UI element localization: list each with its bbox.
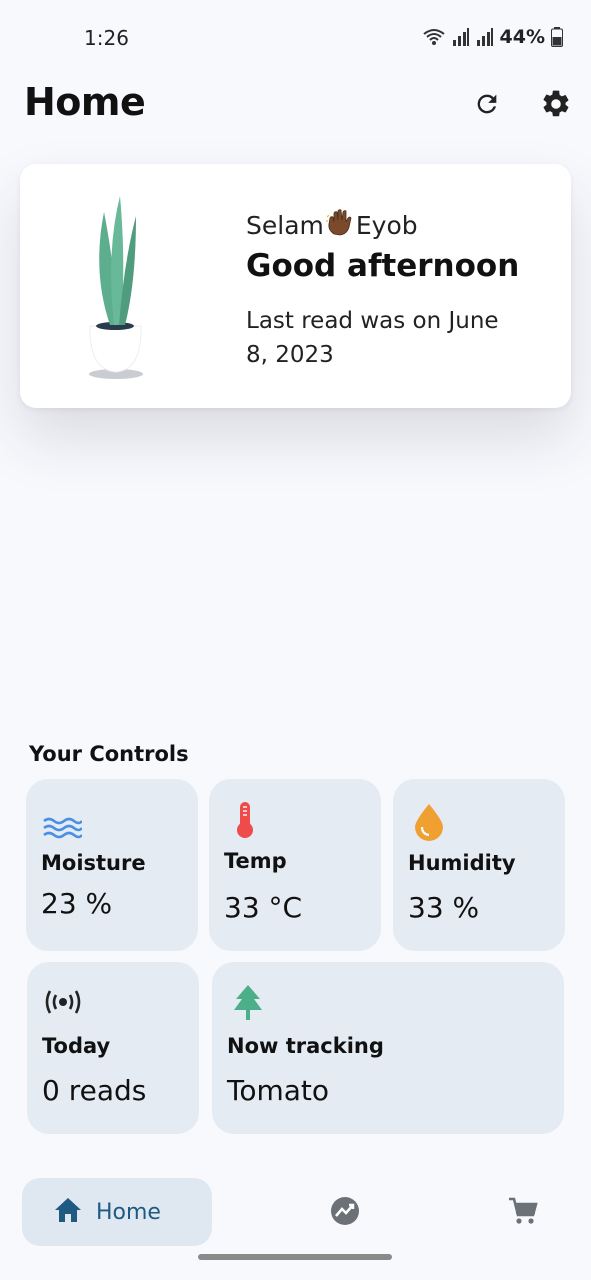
plant-illustration	[84, 192, 174, 386]
chart-icon[interactable]	[330, 1196, 360, 1230]
last-read-text: Last read was on June 8, 2023	[246, 308, 499, 368]
controls-section-title: Your Controls	[29, 742, 189, 766]
temp-card[interactable]: Temp 33 °C	[209, 779, 381, 951]
moisture-card[interactable]: Moisture 23 %	[26, 779, 198, 951]
wifi-icon	[422, 28, 446, 46]
gesture-bar[interactable]	[198, 1254, 392, 1260]
tracking-value: Tomato	[227, 1074, 330, 1107]
temp-label: Temp	[224, 849, 287, 873]
battery-level: 44%	[499, 26, 545, 48]
today-label: Today	[42, 1034, 111, 1058]
droplet-icon	[413, 803, 445, 845]
greeting-line: Selam Eyob	[246, 208, 418, 242]
humidity-value: 33 %	[408, 891, 480, 924]
status-icons: 44%	[422, 26, 563, 48]
waving-hand-icon	[325, 208, 354, 242]
status-bar: 1:26 44%	[0, 0, 591, 78]
signal-icon	[476, 28, 494, 46]
today-value: 0 reads	[42, 1074, 147, 1107]
humidity-card[interactable]: Humidity 33 %	[393, 779, 565, 951]
tracking-card[interactable]: Now tracking Tomato	[212, 962, 564, 1134]
broadcast-icon	[43, 990, 83, 1018]
moisture-label: Moisture	[41, 851, 146, 875]
tree-icon	[232, 984, 264, 1026]
page-title: Home	[24, 80, 146, 124]
refresh-icon[interactable]	[469, 86, 505, 122]
thermometer-icon	[233, 801, 257, 843]
today-card[interactable]: Today 0 reads	[27, 962, 199, 1134]
tracking-label: Now tracking	[227, 1034, 384, 1058]
cart-icon[interactable]	[508, 1196, 538, 1230]
moisture-value: 23 %	[41, 887, 113, 920]
status-time: 1:26	[84, 26, 129, 50]
nav-home-label: Home	[96, 1199, 161, 1225]
user-name: Eyob	[355, 210, 418, 240]
signal-icon	[452, 28, 470, 46]
home-icon	[54, 1197, 82, 1227]
greeting-message: Good afternoon	[246, 248, 520, 284]
humidity-label: Humidity	[408, 851, 516, 875]
gear-icon[interactable]	[538, 86, 574, 122]
temp-value: 33 °C	[224, 891, 303, 924]
salutation: Selam	[246, 210, 324, 240]
greeting-card: Selam Eyob Good afternoon Last read was …	[20, 164, 571, 408]
water-waves-icon	[42, 817, 84, 843]
nav-home[interactable]: Home	[22, 1178, 212, 1246]
battery-icon	[551, 27, 563, 47]
bottom-nav: Home	[0, 1172, 591, 1252]
